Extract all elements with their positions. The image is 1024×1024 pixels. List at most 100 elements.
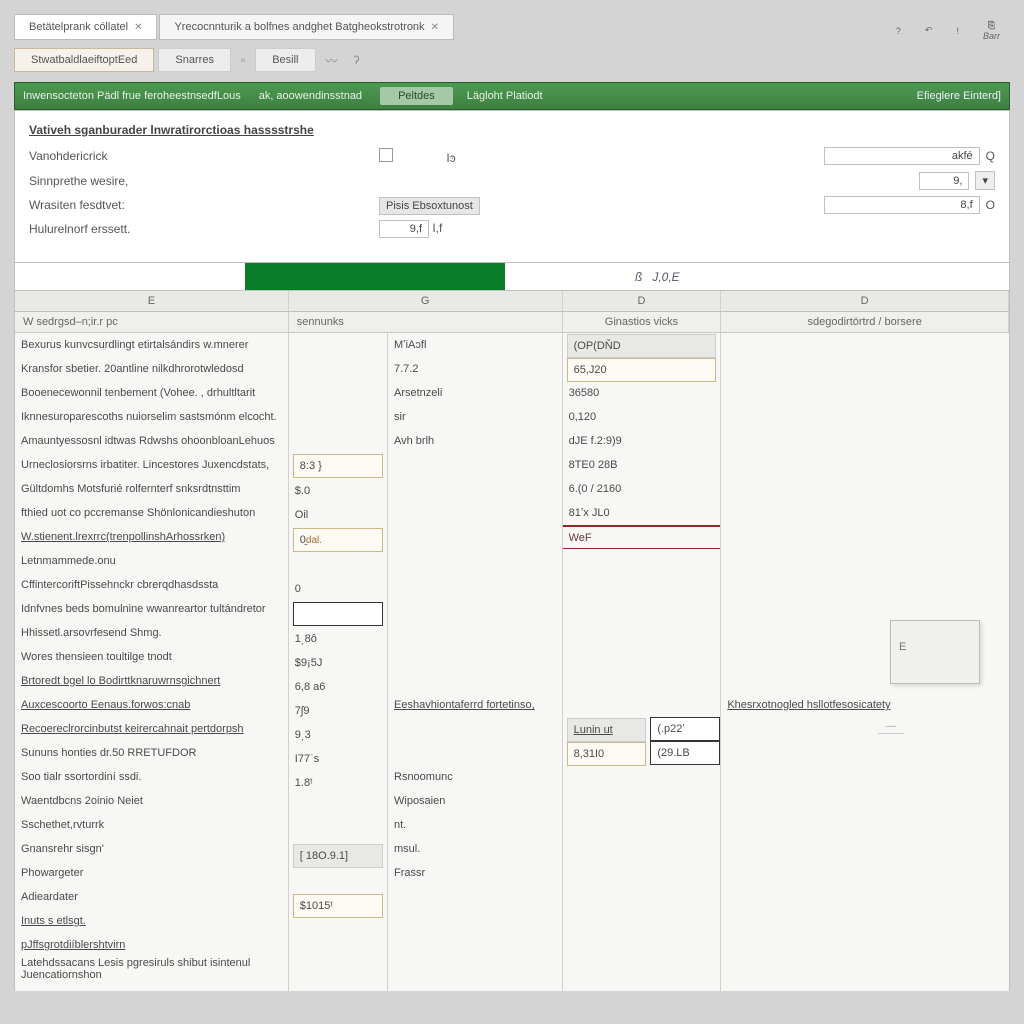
form-label: Sinnprethe wesire, — [29, 174, 379, 188]
form-input[interactable] — [824, 196, 980, 214]
form-row-1: Vanohdericrick Iͽ Q — [29, 147, 995, 165]
help-icon[interactable]: ? — [896, 26, 901, 36]
ribbon-item-2[interactable]: ak, aoowendinsstnad — [259, 90, 362, 102]
amount-cell[interactable]: 65,J20 — [567, 358, 717, 382]
amount-cell: 36580 — [563, 381, 721, 405]
tab-1-label: Betätelprank cóllatel — [29, 21, 128, 33]
aux-cell — [388, 525, 562, 549]
amount-cell: 6.(0 / 2160 — [563, 477, 721, 501]
amount-cell — [563, 837, 721, 861]
toolbar-btn-2[interactable]: Snarres — [158, 48, 231, 72]
aux-cell: Arsetnzeli — [388, 381, 562, 405]
value-cell[interactable]: $1015ᵗ — [293, 894, 383, 918]
amount-cell[interactable]: 8,31I0 — [567, 742, 647, 766]
checkbox[interactable] — [379, 148, 393, 162]
amount-cell — [563, 669, 721, 693]
value-cell — [289, 553, 387, 577]
value-cell — [289, 429, 387, 453]
value-cell — [289, 919, 387, 943]
amount-cell: dJE f.2:9)9 — [563, 429, 721, 453]
tab-2-label: Yrecocnnturik a bolfnes andghet Batgheok… — [174, 21, 424, 33]
underbar-b: J,0,E — [652, 270, 679, 284]
ribbon-mid[interactable]: Lägloht Platiodt — [467, 90, 543, 102]
form-label: Vanohdericrick — [29, 149, 379, 163]
note-cell — [721, 381, 1009, 405]
col-header[interactable]: G — [289, 291, 563, 311]
close-icon[interactable]: ✕ — [431, 22, 439, 33]
ribbon-right[interactable]: Efieglere Einterd] — [917, 90, 1001, 102]
value-cell[interactable]: 0̱ dal. — [293, 528, 383, 552]
value-cell[interactable]: 8:3 } — [293, 454, 383, 478]
row-label: Soo tialr ssortordiní ssdi. — [15, 765, 288, 789]
toolbar-curve-icon: 〰 — [320, 52, 344, 69]
note-cell — [721, 957, 1009, 981]
row-label: Sschethet,rvturrk — [15, 813, 288, 837]
alert-icon[interactable]: ! — [956, 26, 959, 36]
form-suffix: Q — [986, 149, 995, 163]
export-icon[interactable]: ⎘ Barr — [983, 20, 1000, 41]
aux-cell — [388, 621, 562, 645]
value-cell — [289, 967, 387, 991]
row-label: Sununs honties dr.50 RRETUFDOR — [15, 741, 288, 765]
value-cell[interactable] — [293, 602, 383, 626]
value-cell[interactable]: [ 18O.9.1] — [293, 844, 383, 868]
tab-2[interactable]: Yrecocnnturik a bolfnes andghet Batgheok… — [159, 14, 454, 40]
col-header[interactable]: E — [15, 291, 289, 311]
row-label: Letnmammede.onu — [15, 549, 288, 573]
aux-cell — [388, 957, 562, 981]
aux-cell: Rsnoomunc — [388, 765, 562, 789]
aux-cell — [388, 573, 562, 597]
amount-cell — [563, 597, 721, 621]
ribbon-button[interactable]: Peltdes — [380, 87, 453, 105]
value-cell — [289, 405, 387, 429]
form-input[interactable] — [379, 220, 429, 238]
form-input[interactable] — [824, 147, 980, 165]
form-row-3: Wrasiten fesdtvet: Pisis Ebsoxtunost O — [29, 196, 995, 214]
col-header[interactable]: D — [563, 291, 722, 311]
note-cell — [721, 357, 1009, 381]
toolbar: StwatbaldlaeiftoptEed Snarres ▫ Besill 〰… — [14, 48, 1010, 72]
value-cell: $.0 — [289, 479, 387, 503]
toolbar-btn-1[interactable]: StwatbaldlaeiftoptEed — [14, 48, 154, 72]
amount-cell-2[interactable]: (29.LB — [650, 741, 720, 765]
col-header[interactable]: D — [721, 291, 1009, 311]
amount-cell — [563, 957, 721, 981]
undo-icon[interactable]: ↶ — [925, 25, 933, 36]
note-cell — [721, 741, 1009, 765]
ribbon-item-1[interactable]: Inwensocteton Pädl frue feroheestnsedfLo… — [23, 90, 241, 102]
note-cell — [721, 573, 1009, 597]
ribbon-bar: Inwensocteton Pädl frue feroheestnsedfLo… — [14, 82, 1010, 110]
sub-headers: W sedrgsd–n;ir.r pc sennunks Ginastios v… — [15, 312, 1009, 333]
amount-cell — [563, 645, 721, 669]
note-cell — [721, 477, 1009, 501]
aux-cell — [388, 717, 562, 741]
value-cell: 6,8 a6 — [289, 675, 387, 699]
note-cell — [721, 789, 1009, 813]
underbar-a: ß — [635, 270, 642, 284]
aux-cell — [388, 885, 562, 909]
side-popup[interactable]: E — [890, 620, 980, 684]
note-cell — [721, 765, 1009, 789]
note-cell — [721, 933, 1009, 957]
value-cell: Oil — [289, 503, 387, 527]
amount-cell — [563, 765, 721, 789]
note-cell — [721, 333, 1009, 357]
amount-cell[interactable]: Lunin ut — [567, 718, 647, 742]
amount-cell-2[interactable]: (.p22ʼ — [650, 717, 720, 741]
aux-cell — [388, 597, 562, 621]
toolbar-btn-3[interactable]: Besill — [255, 48, 315, 72]
form-panel: Vativeh sganburader lnwratirorctioas has… — [14, 110, 1010, 263]
aux-cell — [388, 933, 562, 957]
form-input[interactable] — [919, 172, 969, 190]
tab-1[interactable]: Betätelprank cóllatel ✕ — [14, 14, 157, 40]
stepper-icon[interactable]: ▾ — [975, 171, 995, 190]
amount-cell — [563, 813, 721, 837]
value-cell: $9¡5J — [289, 651, 387, 675]
amount-cell — [563, 549, 721, 573]
aux-cell — [388, 669, 562, 693]
amount-cell[interactable]: (OP(DŇD — [567, 334, 717, 358]
close-icon[interactable]: ✕ — [134, 22, 142, 33]
form-button[interactable]: Pisis Ebsoxtunost — [379, 197, 480, 215]
form-row-4: Hulurelnorf erssett. I,f — [29, 220, 995, 238]
toolbar-sep-icon: ▫ — [235, 53, 251, 67]
